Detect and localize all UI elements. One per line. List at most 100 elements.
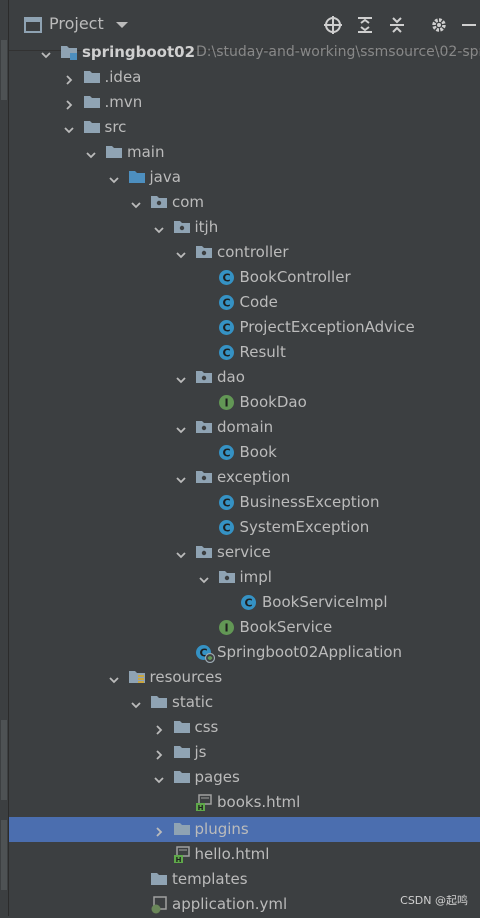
resources-folder-icon [128, 669, 146, 686]
tree-row-label: SystemException [239, 518, 370, 536]
chevron-right-icon[interactable] [63, 96, 75, 110]
tree-row[interactable]: templates [9, 867, 480, 892]
tree-row[interactable]: Hhello.html [9, 842, 480, 867]
svg-text:C: C [222, 322, 230, 335]
tree-row[interactable]: domain [9, 415, 480, 440]
tree-row-label: books.html [217, 793, 301, 811]
class-icon: C [218, 444, 236, 461]
tree-row[interactable]: C BusinessException [9, 490, 480, 515]
chevron-right-icon[interactable] [153, 823, 165, 837]
tree-row[interactable]: Hbooks.html [9, 790, 480, 815]
structure-tool-tab[interactable] [1, 720, 7, 800]
chevron-down-icon[interactable] [63, 121, 75, 134]
minimize-icon[interactable] [458, 14, 480, 36]
tree-row-label: service [217, 543, 271, 561]
tree-row[interactable]: C ProjectExceptionAdvice [9, 315, 480, 340]
tree-row[interactable]: itjh [9, 215, 480, 240]
class-icon: C [218, 269, 236, 286]
tree-row-label: BusinessException [239, 493, 380, 511]
tree-row[interactable]: dao [9, 365, 480, 390]
tree-row[interactable]: I BookService [9, 615, 480, 640]
svg-text:C: C [222, 447, 230, 460]
tree-row[interactable]: C Springboot02Application [9, 640, 480, 665]
tree-row-label: .mvn [104, 93, 143, 111]
tree-row[interactable]: C Result [9, 340, 480, 365]
tree-row[interactable]: springboot02 D:\studay-and-working\ssmsou… [9, 40, 480, 65]
tree-row-label: templates [172, 870, 248, 888]
chevron-down-icon[interactable] [115, 13, 129, 37]
chevron-down-icon[interactable] [130, 696, 142, 709]
folder-icon [173, 744, 191, 761]
package-icon [195, 369, 213, 386]
project-tool-tab[interactable] [1, 40, 7, 100]
panel-title[interactable]: Project [49, 14, 104, 33]
tree-row[interactable]: C Code [9, 290, 480, 315]
left-tool-strip [0, 0, 9, 916]
tree-row-label: com [172, 193, 205, 211]
chevron-down-icon[interactable] [108, 171, 120, 184]
yaml-file-icon [150, 896, 168, 914]
chevron-down-icon[interactable] [153, 771, 165, 784]
tree-row[interactable]: .idea [9, 65, 480, 90]
chevron-right-icon[interactable] [153, 746, 165, 760]
svg-text:C: C [222, 522, 230, 535]
chevron-down-icon[interactable] [175, 471, 187, 484]
chevron-down-icon[interactable] [130, 196, 142, 209]
tree-row-label: dao [217, 368, 245, 386]
tree-row[interactable]: service [9, 540, 480, 565]
tree-row[interactable]: java [9, 165, 480, 190]
tree-row[interactable]: src [9, 115, 480, 140]
tree-row[interactable]: .mvn [9, 90, 480, 115]
chevron-down-icon[interactable] [175, 421, 187, 434]
chevron-down-icon[interactable] [175, 246, 187, 259]
chevron-down-icon[interactable] [85, 146, 97, 159]
tree-row[interactable]: C SystemException [9, 515, 480, 540]
chevron-down-icon[interactable] [153, 221, 165, 234]
expand-all-icon[interactable] [354, 14, 376, 36]
locate-icon[interactable] [322, 14, 344, 36]
tree-row-label: springboot02 [82, 43, 196, 61]
tree-row-label: Book [239, 443, 277, 461]
tree-row[interactable]: I BookDao [9, 390, 480, 415]
interface-icon: I [218, 619, 236, 636]
chevron-down-icon[interactable] [175, 371, 187, 384]
tree-row-label: BookDao [239, 393, 307, 411]
tree-row-label: resources [149, 668, 223, 686]
class-icon: C [240, 594, 258, 611]
tree-row[interactable]: controller [9, 240, 480, 265]
package-icon [195, 544, 213, 561]
watermark-text: CSDN @起鸣 [400, 894, 468, 907]
tree-row[interactable]: impl [9, 565, 480, 590]
tree-row[interactable]: com [9, 190, 480, 215]
tree-row-label: controller [217, 243, 289, 261]
gear-icon[interactable] [428, 14, 450, 36]
collapse-all-icon[interactable] [386, 14, 408, 36]
tree-row[interactable]: static [9, 690, 480, 715]
tree-row[interactable]: main [9, 140, 480, 165]
tree-row[interactable]: C BookController [9, 265, 480, 290]
spring-boot-class-icon: C [195, 644, 216, 664]
tree-row[interactable]: exception [9, 465, 480, 490]
chevron-right-icon[interactable] [153, 721, 165, 735]
chevron-right-icon[interactable] [63, 71, 75, 85]
tree-row-label: exception [217, 468, 291, 486]
svg-text:C: C [244, 597, 252, 610]
tree-row-label: domain [217, 418, 274, 436]
chevron-down-icon[interactable] [108, 671, 120, 684]
tree-row-label: hello.html [194, 845, 270, 863]
chevron-down-icon[interactable] [175, 546, 187, 559]
tree-row[interactable]: resources [9, 665, 480, 690]
chevron-down-icon[interactable] [198, 571, 210, 584]
tree-row[interactable]: pages [9, 765, 480, 790]
tree-row-label: BookService [239, 618, 333, 636]
favorites-tool-tab[interactable] [1, 820, 7, 890]
tree-row[interactable]: C BookServiceImpl [9, 590, 480, 615]
tree-row[interactable]: plugins [9, 817, 480, 842]
tree-row[interactable]: css [9, 715, 480, 740]
tree-row[interactable]: C Book [9, 440, 480, 465]
svg-text:H: H [175, 856, 181, 864]
tree-row-label: itjh [194, 218, 219, 236]
tree-row[interactable]: js [9, 740, 480, 765]
folder-icon [173, 769, 191, 786]
chevron-down-icon[interactable] [40, 46, 52, 59]
